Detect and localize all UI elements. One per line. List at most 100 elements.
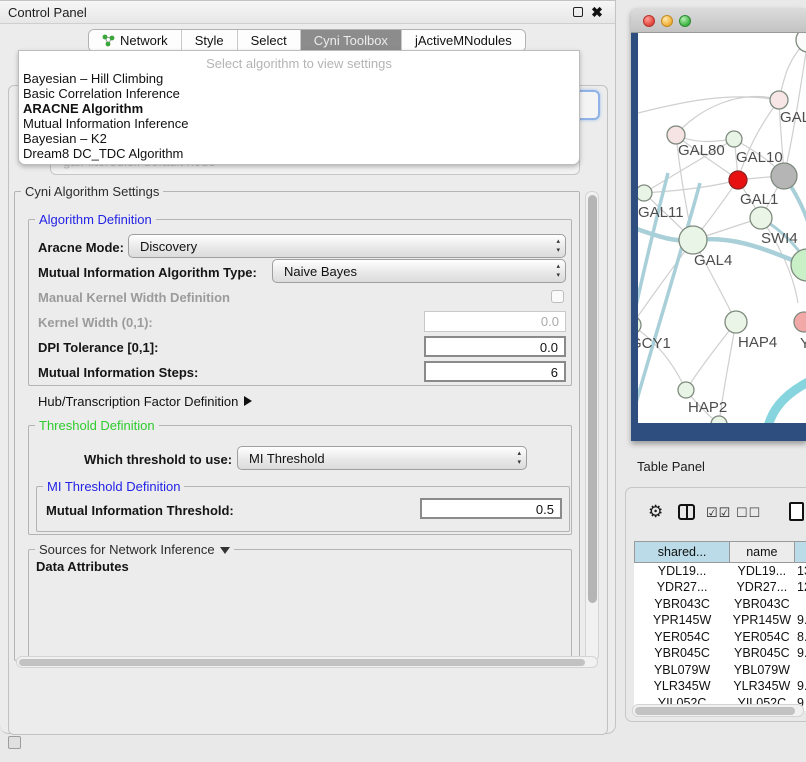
tab-label: Network	[120, 33, 168, 48]
network-icon	[102, 34, 115, 47]
network-node-swi4[interactable]	[791, 249, 806, 281]
table-row[interactable]: YDL19...YDL19...13	[635, 563, 806, 580]
tab-select[interactable]: Select	[238, 30, 301, 51]
node-attribute-table[interactable]: shared... name A YDL19...YDL19...13YDR27…	[634, 541, 806, 711]
node-label: HAP4	[738, 334, 777, 351]
gear-icon[interactable]: ⚙	[648, 502, 663, 522]
close-traffic-light-icon[interactable]	[643, 15, 655, 27]
manual-kernel-checkbox[interactable]	[551, 290, 564, 303]
table-cell: 13	[794, 563, 806, 580]
kernel-width-field[interactable]: 0.0	[424, 311, 566, 332]
table-row[interactable]: YBR043CYBR043C	[635, 596, 806, 613]
node-label: GCY1	[638, 335, 671, 352]
float-window-icon[interactable]	[573, 7, 583, 17]
minimize-traffic-light-icon[interactable]	[661, 15, 673, 27]
control-panel-tabs: Network Style Select Cyni Toolbox jActiveMNo…	[88, 29, 526, 52]
table-row[interactable]: YPR145WYPR145W9.	[635, 612, 806, 629]
network-window-titlebar[interactable]	[631, 8, 806, 33]
network-node-hap4[interactable]	[725, 311, 747, 333]
tab-jactivemnodules[interactable]: jActiveMNodules	[402, 30, 525, 51]
network-node-gal11[interactable]	[638, 185, 652, 201]
algorithm-item-mutual-information-inference[interactable]: Mutual Information Inference	[19, 116, 579, 131]
bottom-bar-grid-icon[interactable]	[8, 736, 21, 749]
table-cell: YBL079W	[730, 662, 794, 679]
table-panel: ⚙ ☑☑ ☐☐ shared... name A YDL19...YDL19..…	[625, 487, 806, 722]
mi-steps-field[interactable]: 6	[424, 361, 566, 382]
network-view-window: GAL8GAL80GAL10GAL1GAL11GAL4SWI4GCY1HAP4Y…	[631, 8, 806, 441]
network-node-gal8[interactable]	[770, 91, 788, 109]
hub-definition-expander[interactable]: Hub/Transcription Factor Definition	[38, 394, 252, 409]
aracne-mode-combo[interactable]: Discovery ▴▾	[128, 234, 566, 258]
table-cell: YBR045C	[730, 645, 794, 662]
which-threshold-label: Which threshold to use:	[84, 452, 232, 467]
network-node-hap2[interactable]	[678, 382, 694, 398]
algorithm-dropdown-popup: Select algorithm to view settings Bayesi…	[18, 50, 580, 165]
kernel-width-label: Kernel Width (0,1):	[38, 315, 153, 330]
network-node-y[interactable]	[794, 312, 806, 332]
table-row[interactable]: YDR27...YDR27...12	[635, 579, 806, 596]
tab-label: jActiveMNodules	[415, 33, 512, 48]
dpi-tolerance-label: DPI Tolerance [0,1]:	[38, 340, 158, 355]
table-cell	[794, 662, 806, 679]
network-node[interactable]	[711, 416, 727, 423]
table-cell: YBR043C	[730, 596, 794, 613]
settings-horizontal-scrollbar[interactable]	[16, 656, 598, 668]
document-icon[interactable]	[789, 502, 804, 521]
tab-label: Style	[195, 33, 224, 48]
settings-vertical-scrollbar[interactable]	[585, 191, 599, 661]
table-row[interactable]: YLR345WYLR345W9.	[635, 678, 806, 695]
cyni-settings-legend: Cyni Algorithm Settings	[21, 184, 163, 199]
network-node-gal1[interactable]	[750, 207, 772, 229]
tab-network[interactable]: Network	[89, 30, 182, 51]
table-cell: 12	[794, 579, 806, 596]
algorithm-item-aracne-algorithm[interactable]: ARACNE Algorithm	[19, 101, 579, 116]
table-horizontal-scrollbar[interactable]	[632, 704, 804, 717]
network-canvas[interactable]: GAL8GAL80GAL10GAL1GAL11GAL4SWI4GCY1HAP4Y…	[638, 33, 806, 423]
table-row[interactable]: YER054CYER054C8.	[635, 629, 806, 646]
table-cell: YPR145W	[730, 612, 794, 629]
node-label: GAL8	[780, 109, 806, 126]
table-cell: 9.	[794, 612, 806, 629]
mi-threshold-legend: MI Threshold Definition	[43, 479, 184, 494]
network-node-gal10[interactable]	[726, 131, 742, 147]
select-all-checkboxes-icon[interactable]: ☑☑	[706, 505, 731, 521]
zoom-traffic-light-icon[interactable]	[679, 15, 691, 27]
column-header-name[interactable]: name	[730, 542, 794, 563]
table-row[interactable]: YBR045CYBR045C9.	[635, 645, 806, 662]
network-nodes[interactable]: GAL8GAL80GAL10GAL1GAL11GAL4SWI4GCY1HAP4Y…	[638, 33, 806, 423]
stepper-icon: ▴▾	[517, 449, 521, 467]
table-cell: YBR045C	[635, 645, 730, 662]
table-cell: 9.	[794, 645, 806, 662]
tab-style[interactable]: Style	[182, 30, 238, 51]
tab-label: Cyni Toolbox	[314, 33, 388, 48]
column-header-third[interactable]: A	[794, 542, 806, 563]
dpi-tolerance-field[interactable]: 0.0	[424, 336, 566, 357]
table-cell	[794, 596, 806, 613]
algorithm-item-dream8-dc-tdc-algorithm[interactable]: Dream8 DC_TDC Algorithm	[19, 146, 579, 161]
algorithm-item-bayesian-k2[interactable]: Bayesian – K2	[19, 131, 579, 146]
node-label: GAL4	[694, 252, 732, 269]
deselect-checkboxes-icon[interactable]: ☐☐	[736, 505, 761, 521]
network-node[interactable]	[796, 33, 806, 52]
table-row[interactable]: YBL079WYBL079W	[635, 662, 806, 679]
mi-type-label: Mutual Information Algorithm Type:	[38, 265, 257, 280]
network-node-gal4[interactable]	[679, 226, 707, 254]
column-header-shared[interactable]: shared...	[635, 542, 730, 563]
table-cell: YER054C	[635, 629, 730, 646]
network-node[interactable]	[771, 163, 797, 189]
algorithm-item-bayesian-hill-climbing[interactable]: Bayesian – Hill Climbing	[19, 71, 579, 86]
mi-threshold-field[interactable]: 0.5	[420, 498, 562, 519]
node-label: GAL11	[638, 204, 684, 221]
tab-cyni-toolbox[interactable]: Cyni Toolbox	[301, 30, 402, 51]
network-node[interactable]	[729, 171, 747, 189]
control-panel-titlebar: Control Panel ✖	[0, 1, 615, 24]
mi-type-combo[interactable]: Naive Bayes ▴▾	[272, 259, 566, 283]
mi-type-value: Naive Bayes	[284, 264, 357, 279]
columns-icon[interactable]	[678, 504, 695, 520]
algorithm-item-basic-correlation-inference[interactable]: Basic Correlation Inference	[19, 86, 579, 101]
node-label: SWI4	[761, 230, 798, 247]
control-panel-window: Control Panel ✖ Network Style Select Cyni T…	[0, 0, 616, 734]
close-icon[interactable]: ✖	[591, 6, 603, 18]
which-threshold-combo[interactable]: MI Threshold ▴▾	[237, 446, 527, 470]
algorithm-placeholder: Select algorithm to view settings	[19, 51, 579, 71]
